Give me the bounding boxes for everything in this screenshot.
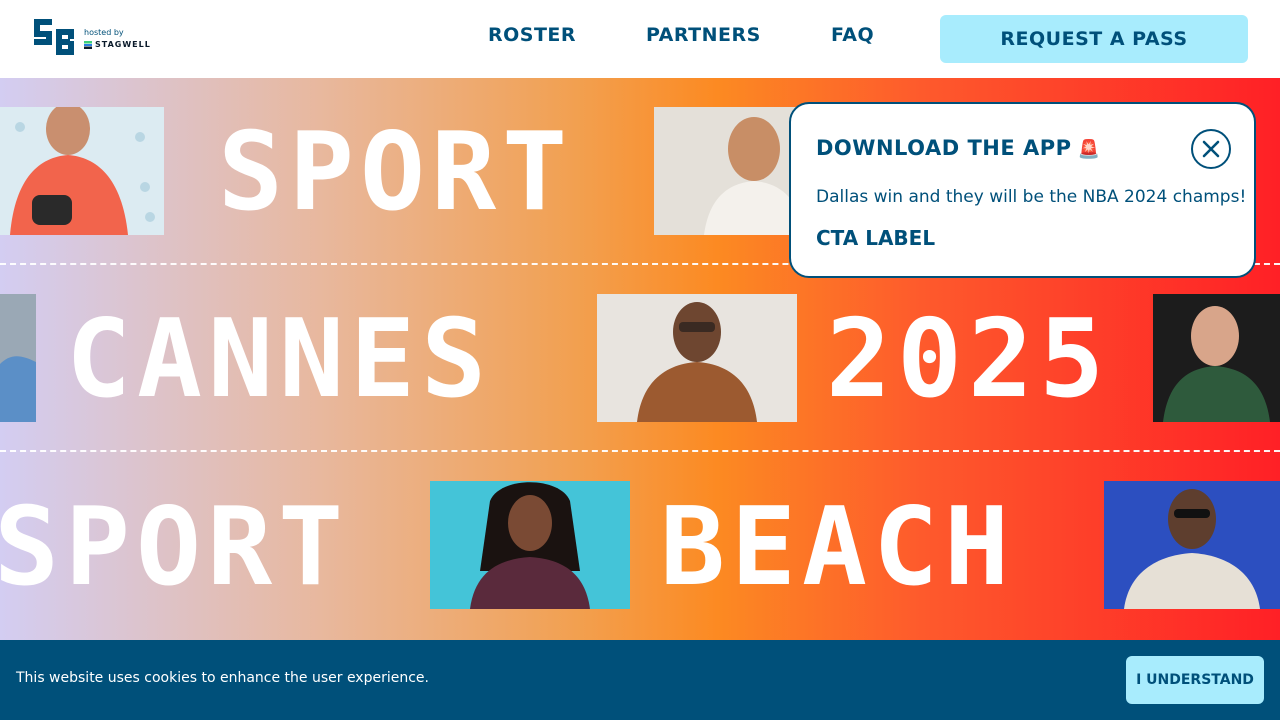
athlete-photo: [430, 481, 630, 609]
nav-faq[interactable]: FAQ: [831, 24, 874, 46]
hero-word: BEACH: [660, 485, 1016, 610]
popup-cta-link[interactable]: CTA LABEL: [816, 226, 935, 250]
host-name: STAGWELL: [95, 40, 151, 49]
site-header: hosted by STAGWELL ROSTER PARTNERS FAQ R…: [0, 0, 1280, 78]
athlete-photo: [654, 107, 804, 235]
athlete-photo: [0, 107, 164, 235]
popup-title: DOWNLOAD THE APP: [816, 136, 1072, 160]
siren-icon: 🚨: [1077, 139, 1101, 160]
nav-roster[interactable]: ROSTER: [488, 24, 576, 46]
accept-cookies-button[interactable]: I UNDERSTAND: [1126, 656, 1264, 704]
host-logo: STAGWELL: [84, 40, 151, 49]
stagwell-mark-icon: [84, 40, 92, 49]
athlete-photo: [597, 294, 797, 422]
popup-message: Dallas win and they will be the NBA 2024…: [816, 187, 1247, 207]
app-download-popup: DOWNLOAD THE APP 🚨 Dallas win and they wi…: [789, 102, 1256, 278]
request-pass-button[interactable]: REQUEST A PASS: [940, 15, 1248, 63]
athlete-photo: [1153, 294, 1280, 422]
close-popup-button[interactable]: [1191, 129, 1231, 169]
athlete-photo: [0, 294, 36, 422]
popup-title-row: DOWNLOAD THE APP 🚨: [816, 136, 1100, 160]
close-icon: [1202, 140, 1220, 158]
athlete-photo-image: [0, 294, 36, 422]
hero-word: CANNES: [66, 297, 493, 422]
divider-line: [0, 450, 1280, 452]
cookie-message: This website uses cookies to enhance the…: [16, 670, 429, 686]
hero-word: SPORT: [218, 110, 574, 235]
athlete-photo-image: [0, 107, 164, 235]
cookie-banner: This website uses cookies to enhance the…: [0, 640, 1280, 720]
sport-beach-logo-icon: [34, 19, 74, 55]
athlete-photo-image: [1104, 481, 1280, 609]
athlete-photo-image: [597, 294, 797, 422]
hero-word: SPORT: [0, 485, 350, 610]
hosted-by-block: hosted by STAGWELL: [84, 28, 151, 49]
athlete-photo-image: [1153, 294, 1280, 422]
nav-partners[interactable]: PARTNERS: [646, 24, 761, 46]
hosted-by-label: hosted by: [84, 28, 124, 37]
athlete-photo-image: [654, 107, 804, 235]
hero-word: 2025: [826, 297, 1111, 422]
athlete-photo-image: [430, 481, 630, 609]
athlete-photo: [1104, 481, 1280, 609]
